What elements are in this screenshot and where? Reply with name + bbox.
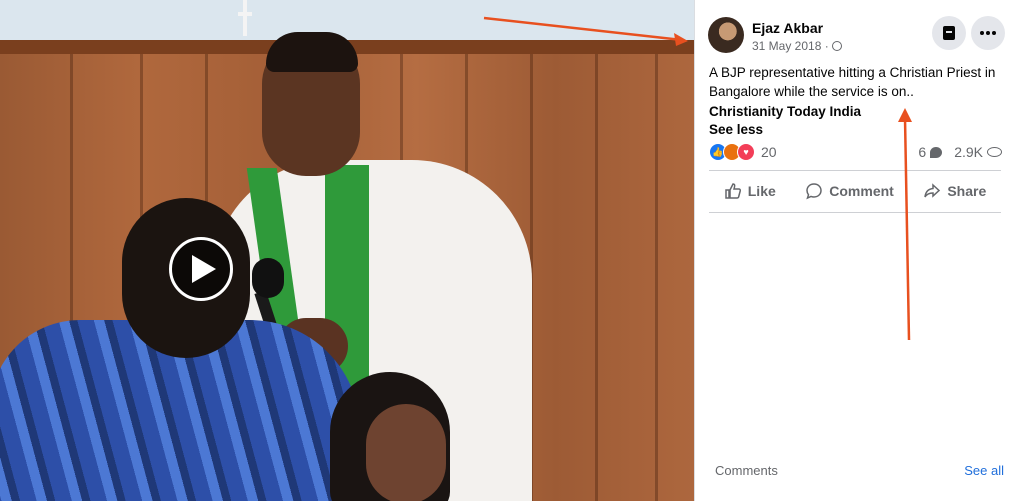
comment-label[interactable]: Comment	[829, 183, 894, 199]
share-icon	[924, 183, 941, 198]
action-bar: Like Comment Share	[709, 176, 1001, 206]
comments-label: Comments	[715, 463, 778, 478]
view-count: 2.9K	[954, 144, 983, 160]
avatar[interactable]	[708, 17, 744, 53]
comment-count[interactable]: 6	[918, 144, 926, 160]
post-stats: 6 2.9K	[918, 144, 1002, 160]
girl-face	[366, 404, 446, 501]
bookmark-icon	[943, 26, 955, 40]
like-label[interactable]: Like	[748, 183, 776, 199]
post-date-text[interactable]: 31 May 2018 ·	[752, 39, 829, 53]
more-options-button[interactable]	[971, 16, 1005, 50]
post-panel: Ejaz Akbar 31 May 2018 · A BJP represent…	[694, 0, 1012, 501]
more-icon	[980, 31, 996, 35]
microphone	[252, 258, 284, 298]
wall-background	[0, 0, 694, 42]
see-all-link[interactable]: See all	[964, 463, 1004, 478]
play-icon	[192, 255, 216, 283]
thumbs-up-icon	[725, 183, 741, 199]
comment-button[interactable]: Comment	[805, 182, 894, 200]
reactions-summary[interactable]: 👍 ♥ 20	[709, 143, 777, 161]
share-button[interactable]: Share	[923, 182, 986, 200]
see-less-link[interactable]: See less	[709, 122, 763, 137]
plank-line	[655, 54, 658, 501]
divider	[709, 170, 1001, 171]
post-date[interactable]: 31 May 2018 ·	[752, 39, 842, 53]
priest-hair	[266, 32, 358, 72]
eye-icon	[987, 147, 1002, 157]
divider	[709, 212, 1001, 213]
video-player[interactable]	[0, 0, 694, 501]
comment-bubble-icon	[930, 146, 943, 158]
save-button[interactable]	[932, 16, 966, 50]
comment-icon	[806, 183, 823, 200]
author-name[interactable]: Ejaz Akbar	[752, 20, 823, 36]
post-text: A BJP representative hitting a Christian…	[709, 65, 996, 99]
play-button[interactable]	[169, 237, 233, 301]
reaction-count[interactable]: 20	[761, 144, 777, 160]
page-link[interactable]: Christianity Today India	[709, 104, 861, 119]
globe-icon	[831, 41, 842, 51]
like-button[interactable]: Like	[724, 182, 776, 200]
share-label[interactable]: Share	[947, 183, 986, 199]
love-reaction-icon: ♥	[737, 143, 755, 161]
cross-icon	[238, 0, 252, 36]
plank-line	[595, 54, 598, 501]
